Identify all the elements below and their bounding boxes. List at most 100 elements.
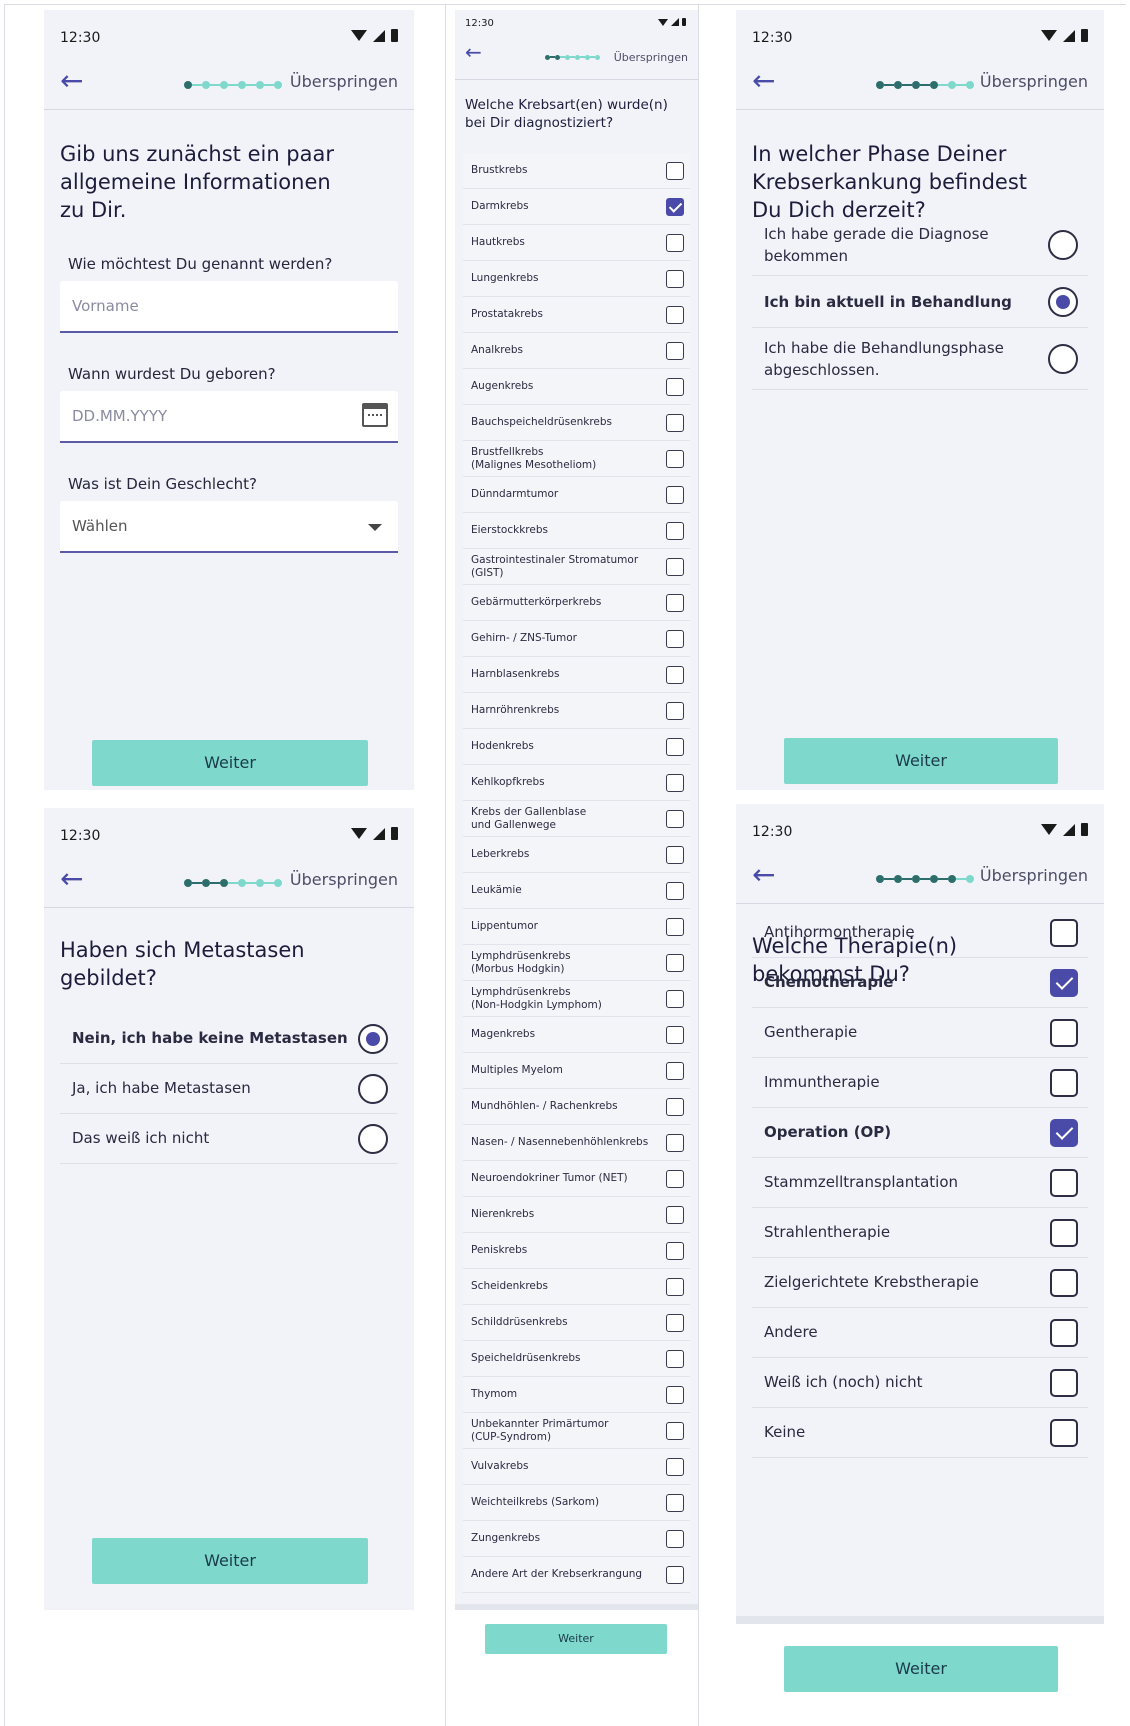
skip-button[interactable]: Überspringen: [980, 866, 1088, 885]
radio-button[interactable]: [1048, 230, 1078, 260]
cancer-type-option[interactable]: Prostatakrebs: [463, 297, 690, 333]
cancer-type-option[interactable]: Hautkrebs: [463, 225, 690, 261]
cancer-type-option[interactable]: Scheidenkrebs: [463, 1269, 690, 1305]
checkbox[interactable]: [666, 198, 684, 216]
checkbox[interactable]: [666, 306, 684, 324]
arrow-left-icon[interactable]: ←: [60, 67, 83, 95]
therapy-option[interactable]: Keine: [752, 1408, 1088, 1458]
continue-button[interactable]: Weiter: [92, 740, 368, 786]
cancer-type-option[interactable]: Nasen- / Nasennebenhöhlenkrebs: [463, 1125, 690, 1161]
skip-button[interactable]: Überspringen: [614, 51, 688, 64]
radio-option[interactable]: Ich habe die Behandlungsphase abgeschlos…: [752, 328, 1088, 390]
checkbox[interactable]: [666, 1206, 684, 1224]
checkbox[interactable]: [666, 1386, 684, 1404]
cancer-type-option[interactable]: Speicheldrüsenkrebs: [463, 1341, 690, 1377]
cancer-type-option[interactable]: Hodenkrebs: [463, 729, 690, 765]
cancer-type-option[interactable]: Mundhöhlen- / Rachenkrebs: [463, 1089, 690, 1125]
checkbox[interactable]: [666, 990, 684, 1008]
cancer-type-option[interactable]: Neuroendokriner Tumor (NET): [463, 1161, 690, 1197]
calendar-icon[interactable]: [362, 403, 388, 427]
therapy-option[interactable]: Chemotherapie: [752, 958, 1088, 1008]
gender-select[interactable]: Wählen: [60, 501, 398, 553]
checkbox[interactable]: [666, 1134, 684, 1152]
checkbox[interactable]: [1050, 919, 1078, 947]
cancer-type-option[interactable]: Dünndarmtumor: [463, 477, 690, 513]
cancer-type-option[interactable]: Augenkrebs: [463, 369, 690, 405]
checkbox[interactable]: [666, 1566, 684, 1584]
skip-button[interactable]: Überspringen: [980, 72, 1088, 91]
cancer-type-option[interactable]: Brustkrebs: [463, 153, 690, 189]
radio-option[interactable]: Ich bin aktuell in Behandlung: [752, 276, 1088, 328]
checkbox[interactable]: [666, 234, 684, 252]
checkbox[interactable]: [666, 450, 684, 468]
cancer-type-option[interactable]: Multiples Myelom: [463, 1053, 690, 1089]
checkbox[interactable]: [666, 1278, 684, 1296]
checkbox[interactable]: [666, 1098, 684, 1116]
checkbox[interactable]: [666, 1314, 684, 1332]
checkbox[interactable]: [666, 810, 684, 828]
cancer-type-option[interactable]: Krebs der Gallenblase und Gallenwege: [463, 801, 690, 837]
checkbox[interactable]: [1050, 1369, 1078, 1397]
therapy-option[interactable]: Zielgerichtete Krebstherapie: [752, 1258, 1088, 1308]
checkbox[interactable]: [666, 558, 684, 576]
checkbox[interactable]: [666, 918, 684, 936]
cancer-type-option[interactable]: Darmkrebs: [463, 189, 690, 225]
checkbox[interactable]: [666, 1530, 684, 1548]
continue-button[interactable]: Weiter: [784, 738, 1058, 784]
cancer-type-option[interactable]: Bauchspeicheldrüsenkrebs: [463, 405, 690, 441]
continue-button[interactable]: Weiter: [485, 1624, 667, 1654]
cancer-type-option[interactable]: Lymphdrüsenkrebs (Morbus Hodgkin): [463, 945, 690, 981]
cancer-type-option[interactable]: Weichteilkrebs (Sarkom): [463, 1485, 690, 1521]
checkbox[interactable]: [666, 1026, 684, 1044]
checkbox[interactable]: [666, 1062, 684, 1080]
arrow-left-icon[interactable]: ←: [465, 42, 482, 62]
cancer-type-option[interactable]: Leukämie: [463, 873, 690, 909]
cancer-type-option[interactable]: Analkrebs: [463, 333, 690, 369]
checkbox[interactable]: [666, 666, 684, 684]
checkbox[interactable]: [666, 738, 684, 756]
checkbox[interactable]: [666, 630, 684, 648]
radio-button[interactable]: [358, 1124, 388, 1154]
birthdate-field[interactable]: DD.MM.YYYY: [60, 391, 398, 443]
cancer-type-option[interactable]: Harnblasenkrebs: [463, 657, 690, 693]
checkbox[interactable]: [666, 1170, 684, 1188]
cancer-type-option[interactable]: Lymphdrüsenkrebs (Non-Hodgkin Lymphom): [463, 981, 690, 1017]
radio-option[interactable]: Das weiß ich nicht: [60, 1114, 398, 1164]
continue-button[interactable]: Weiter: [784, 1646, 1058, 1692]
therapy-option[interactable]: Antihormontherapie: [752, 908, 1088, 958]
checkbox[interactable]: [666, 162, 684, 180]
cancer-type-option[interactable]: Magenkrebs: [463, 1017, 690, 1053]
therapy-option[interactable]: Strahlentherapie: [752, 1208, 1088, 1258]
checkbox[interactable]: [666, 702, 684, 720]
therapy-option[interactable]: Immuntherapie: [752, 1058, 1088, 1108]
cancer-type-option[interactable]: Gastrointestinaler Stromatumor (GIST): [463, 549, 690, 585]
cancer-type-option[interactable]: Brustfellkrebs (Malignes Mesotheliom): [463, 441, 690, 477]
cancer-type-option[interactable]: Lippentumor: [463, 909, 690, 945]
checkbox[interactable]: [1050, 1119, 1078, 1147]
arrow-left-icon[interactable]: ←: [752, 67, 775, 95]
cancer-type-option[interactable]: Thymom: [463, 1377, 690, 1413]
checkbox[interactable]: [666, 954, 684, 972]
checkbox[interactable]: [666, 486, 684, 504]
radio-option[interactable]: Ja, ich habe Metastasen: [60, 1064, 398, 1114]
therapy-option[interactable]: Weiß ich (noch) nicht: [752, 1358, 1088, 1408]
skip-button[interactable]: Überspringen: [290, 870, 398, 889]
radio-option[interactable]: Ich habe gerade die Diagnose bekommen: [752, 214, 1088, 276]
checkbox[interactable]: [666, 1350, 684, 1368]
cancer-type-option[interactable]: Gehirn- / ZNS-Tumor: [463, 621, 690, 657]
therapy-option[interactable]: Operation (OP): [752, 1108, 1088, 1158]
skip-button[interactable]: Überspringen: [290, 72, 398, 91]
checkbox[interactable]: [666, 270, 684, 288]
cancer-type-option[interactable]: Harnröhrenkrebs: [463, 693, 690, 729]
cancer-type-option[interactable]: Schilddrüsenkrebs: [463, 1305, 690, 1341]
cancer-type-option[interactable]: Eierstockkrebs: [463, 513, 690, 549]
arrow-left-icon[interactable]: ←: [60, 865, 83, 893]
checkbox[interactable]: [1050, 1269, 1078, 1297]
radio-button[interactable]: [358, 1024, 388, 1054]
checkbox[interactable]: [666, 378, 684, 396]
checkbox[interactable]: [666, 774, 684, 792]
checkbox[interactable]: [666, 414, 684, 432]
cancer-type-option[interactable]: Leberkrebs: [463, 837, 690, 873]
therapy-option[interactable]: Gentherapie: [752, 1008, 1088, 1058]
checkbox[interactable]: [666, 342, 684, 360]
